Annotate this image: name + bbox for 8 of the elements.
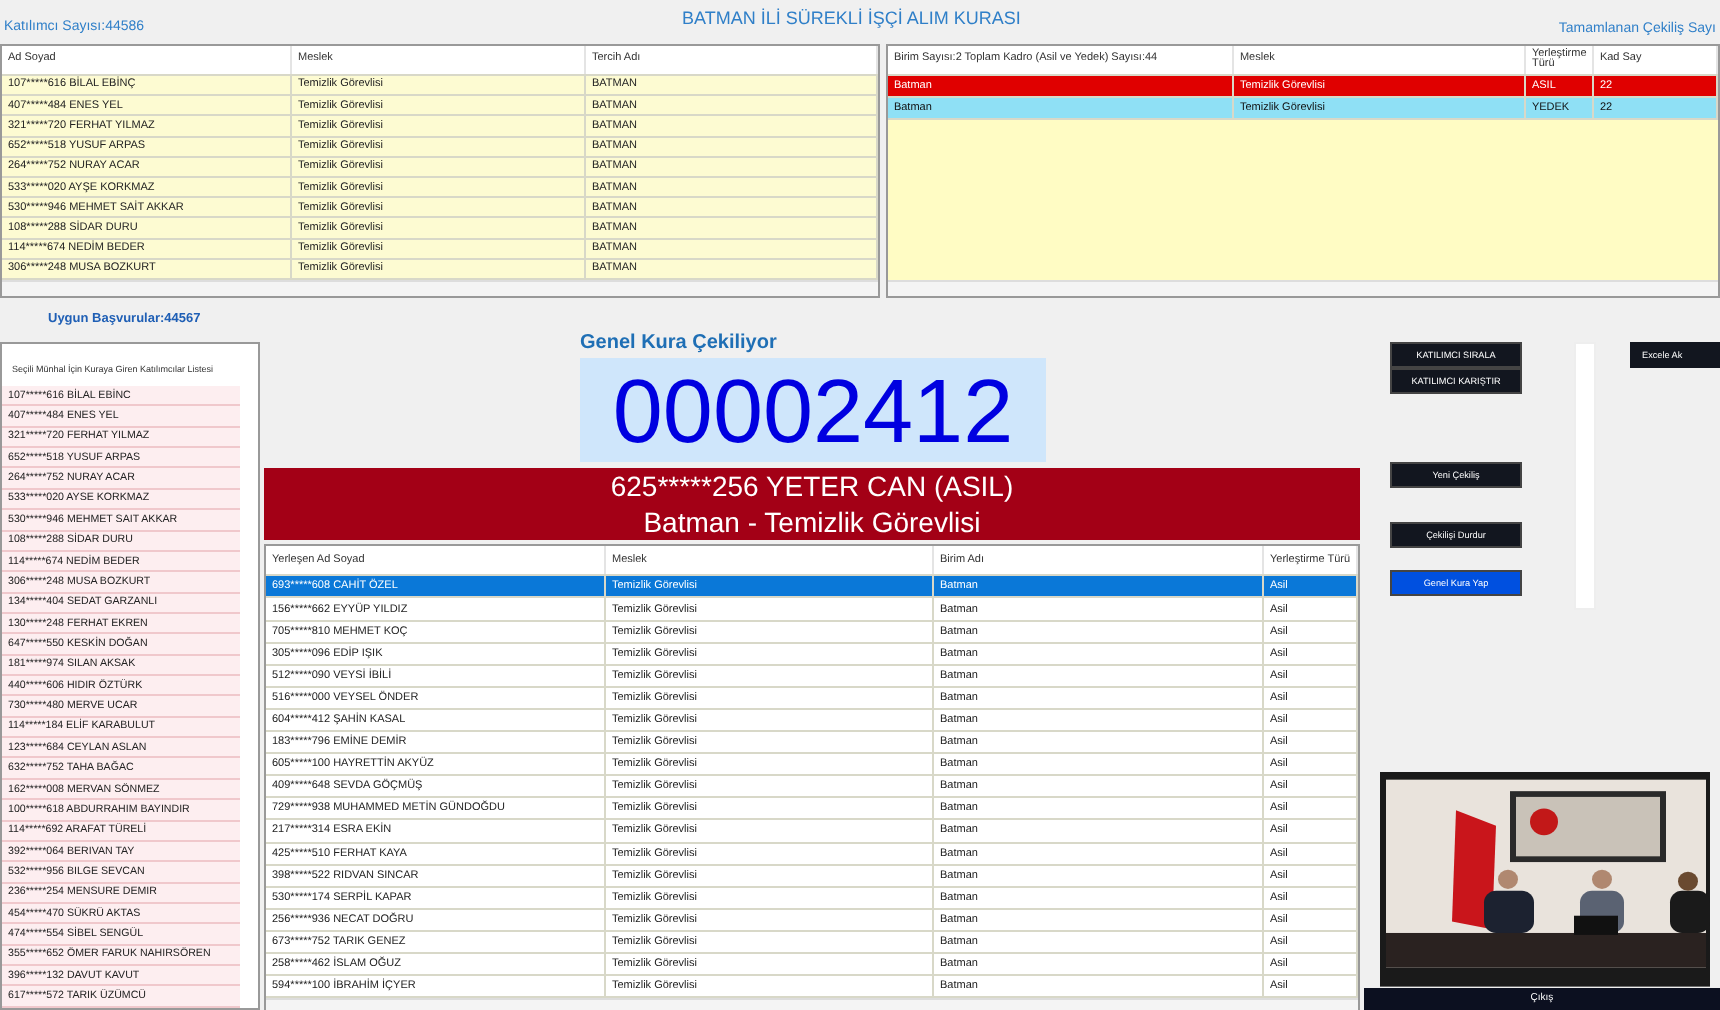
page-title: BATMAN İLİ SÜREKLİ İŞÇİ ALIM KURASI <box>682 8 1021 28</box>
scrollbar[interactable] <box>887 280 1718 296</box>
winner-detail: Batman - Temizlik Görevlisi <box>643 504 981 541</box>
scrollbar[interactable] <box>2 280 878 296</box>
winner-name: 625*****256 YETER CAN (ASIL) <box>610 468 1014 505</box>
draw-status: Genel Kura Çekiliyor <box>580 332 777 354</box>
drawn-number: 00002412 <box>612 365 1014 455</box>
scrollbar[interactable] <box>266 998 1358 1010</box>
